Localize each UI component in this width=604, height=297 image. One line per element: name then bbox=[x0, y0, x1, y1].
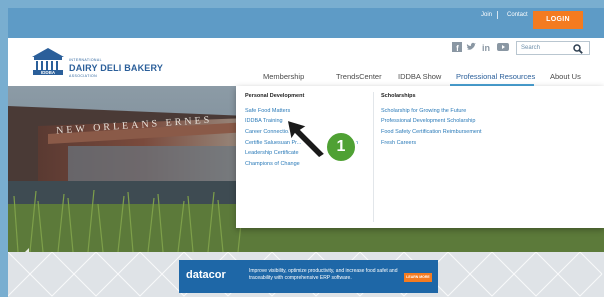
nav-professional-resources[interactable]: Professional Resources bbox=[456, 72, 535, 81]
dropdown-heading-scholarships: Scholarships bbox=[381, 93, 416, 99]
menu-item-scholarship-growing-future[interactable]: Scholarship for Growing the Future bbox=[381, 108, 466, 114]
facebook-icon[interactable]: f bbox=[452, 42, 462, 52]
linkedin-icon[interactable]: in bbox=[481, 42, 491, 52]
callout-badge: 1 bbox=[325, 131, 357, 163]
datacor-ad-banner[interactable]: datacor Improve visibility, optimize pro… bbox=[179, 260, 438, 293]
ad-logo: datacor bbox=[186, 269, 226, 281]
ad-learn-more-button[interactable]: LEARN MORE bbox=[404, 273, 432, 282]
twitter-icon[interactable] bbox=[466, 42, 476, 52]
svg-text:f: f bbox=[456, 44, 459, 52]
menu-item-professional-development-scholarship[interactable]: Professional Development Scholarship bbox=[381, 118, 475, 124]
youtube-icon[interactable] bbox=[497, 42, 509, 52]
svg-text:IDDBA: IDDBA bbox=[41, 70, 56, 75]
dropdown-heading-personal-development: Personal Development bbox=[245, 93, 305, 99]
nav-about-us[interactable]: About Us bbox=[550, 72, 581, 81]
join-link[interactable]: Join bbox=[481, 12, 492, 18]
menu-item-safe-food-matters[interactable]: Safe Food Matters bbox=[245, 108, 290, 114]
search-input[interactable]: Search bbox=[521, 45, 540, 51]
ad-text: Improve visibility, optimize productivit… bbox=[249, 268, 398, 281]
nav-trendscenter[interactable]: TrendsCenter bbox=[336, 72, 382, 81]
callout-arrow-icon bbox=[286, 118, 327, 159]
menu-item-champions-of-change[interactable]: Champions of Change bbox=[245, 161, 300, 167]
top-separator bbox=[497, 11, 498, 19]
logo-tagline-top: INTERNATIONAL bbox=[69, 58, 102, 62]
search-box[interactable]: Search bbox=[516, 41, 590, 55]
logo-name[interactable]: DAIRY DELI BAKERY bbox=[69, 63, 163, 73]
nav-membership[interactable]: Membership bbox=[263, 72, 304, 81]
iddba-logo-icon[interactable]: IDDBA bbox=[30, 46, 66, 76]
dropdown-divider bbox=[373, 92, 374, 222]
svg-text:in: in bbox=[482, 43, 490, 52]
menu-item-fresh-careers[interactable]: Fresh Careers bbox=[381, 140, 416, 146]
menu-item-food-safety-certification[interactable]: Food Safety Certification Reimbursement bbox=[381, 129, 482, 135]
nav-iddba-show[interactable]: IDDBA Show bbox=[398, 72, 441, 81]
logo-tagline-bottom: ASSOCIATION bbox=[69, 74, 98, 78]
login-button[interactable]: LOGIN bbox=[533, 11, 583, 29]
contact-link[interactable]: Contact bbox=[507, 12, 528, 18]
menu-item-iddba-training[interactable]: IDDBA Training bbox=[245, 118, 283, 124]
search-icon[interactable] bbox=[573, 44, 583, 54]
